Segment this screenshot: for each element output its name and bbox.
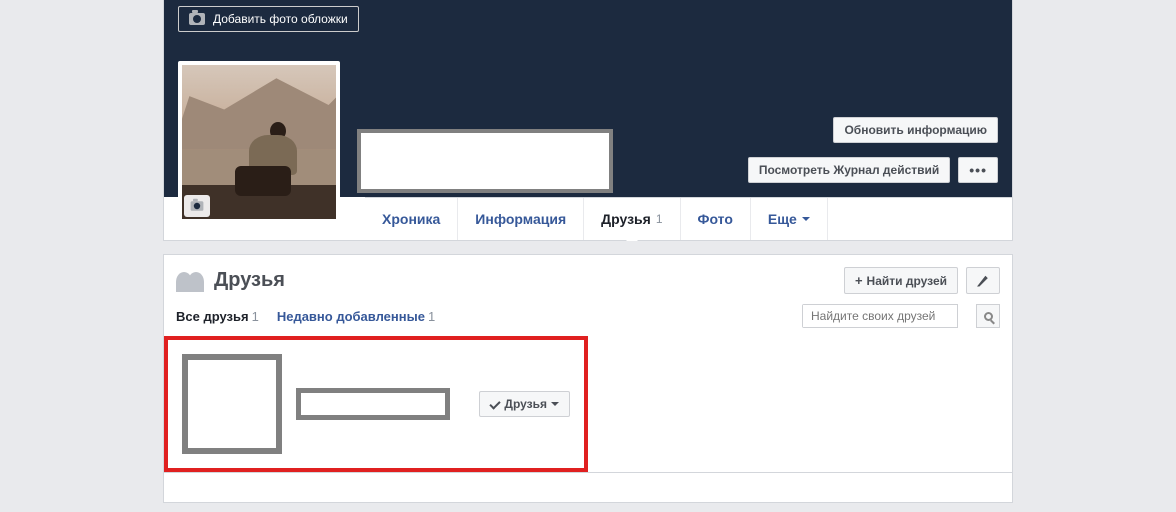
panel-footer — [163, 473, 1013, 503]
pencil-icon — [977, 275, 989, 287]
tab-more[interactable]: Еще — [751, 198, 828, 240]
search-button[interactable] — [976, 304, 1000, 328]
friend-search-input[interactable] — [803, 305, 957, 327]
tab-photo[interactable]: Фото — [681, 198, 751, 240]
plus-icon: + — [855, 273, 863, 288]
friend-name-box[interactable] — [296, 388, 450, 420]
friend-status-button[interactable]: Друзья — [479, 391, 570, 417]
filter-recent[interactable]: Недавно добавленные1 — [277, 309, 435, 324]
profile-tabs: Хроника Информация Друзья 1 Фото Еще — [365, 197, 1012, 240]
chevron-down-icon — [551, 402, 559, 410]
tab-more-label: Еще — [768, 211, 797, 227]
profile-name-box — [357, 129, 613, 193]
tab-friends-count: 1 — [656, 212, 663, 226]
edit-button[interactable] — [966, 267, 1000, 294]
chevron-down-icon — [802, 217, 810, 225]
tab-friends[interactable]: Друзья 1 — [584, 198, 680, 240]
people-icon — [176, 270, 204, 292]
tab-info[interactable]: Информация — [458, 198, 584, 240]
check-icon — [490, 398, 501, 409]
friends-panel: Друзья +Найти друзей Все друзья1 Недавно… — [163, 254, 1013, 473]
add-cover-button[interactable]: Добавить фото обложки — [178, 6, 359, 32]
search-icon — [984, 312, 993, 321]
filter-all[interactable]: Все друзья1 — [176, 309, 259, 324]
update-info-button[interactable]: Обновить информацию — [833, 117, 998, 143]
more-actions-button[interactable]: ••• — [958, 157, 998, 183]
panel-title: Друзья — [214, 269, 285, 292]
friend-card: Друзья — [164, 336, 588, 472]
friend-search — [802, 304, 958, 328]
tab-timeline[interactable]: Хроника — [365, 198, 458, 240]
cover-area: Добавить фото обложки Обновить информаци… — [164, 0, 1012, 197]
dots-icon: ••• — [969, 163, 987, 177]
tab-friends-label: Друзья — [601, 211, 651, 227]
add-cover-label: Добавить фото обложки — [213, 12, 348, 26]
camera-icon — [189, 13, 205, 25]
change-avatar-button[interactable] — [184, 195, 210, 217]
profile-avatar[interactable] — [178, 61, 340, 223]
friend-avatar[interactable] — [182, 354, 282, 454]
activity-log-button[interactable]: Посмотреть Журнал действий — [748, 157, 950, 183]
find-friends-button[interactable]: +Найти друзей — [844, 267, 958, 294]
